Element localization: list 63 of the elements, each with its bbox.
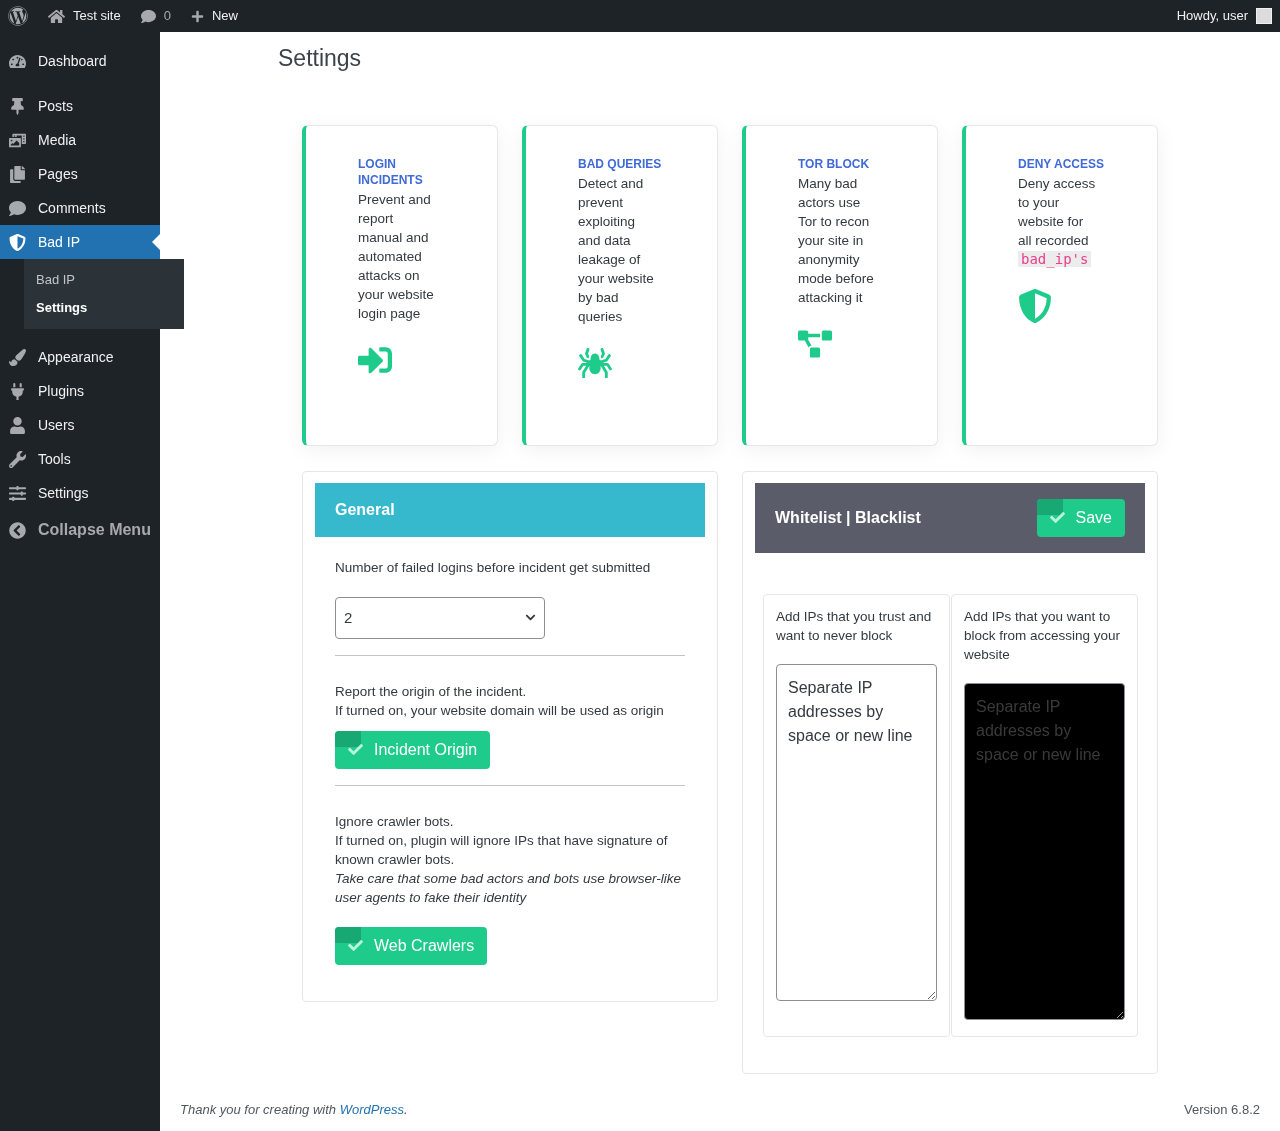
plug-icon [9,382,26,400]
avatar-icon [1256,8,1272,24]
list-label: Add IPs that you want to block from accessing your website [964,607,1122,664]
logins-select[interactable]: 2 [335,596,545,639]
sidebar-item[interactable]: Appearance [0,340,160,374]
wordpress-link[interactable]: WordPress [339,1101,404,1117]
sidebar-item[interactable]: Dashboard [0,44,160,78]
list-label: Add IPs that you trust and want to never block [776,607,933,645]
feature-description: Many bad actors use Tor to recon your site in anonymity mode before attacking it [798,174,875,307]
panel-title: General [335,499,395,520]
pin-icon [9,97,26,115]
version-text: Version 6.8.2 [1184,1100,1260,1119]
sidebar-item[interactable]: Settings [0,476,160,510]
feature-description: Detect and prevent exploiting and data leakage of your website by bad queries [578,174,655,326]
new-link[interactable]: New [190,6,238,26]
setting-text: Ignore crawler bots. [335,812,455,831]
panel-title: Whitelist | Blacklist [775,507,921,528]
collapse-menu-button[interactable]: Collapse Menu [0,513,160,547]
dashboard-icon [9,52,26,70]
account-link[interactable]: Howdy, user [1176,6,1248,26]
wordpress-logo-icon[interactable] [8,6,28,26]
sidebar-item[interactable]: Plugins [0,374,160,408]
ip-textarea[interactable]: Separate IP addresses by space or new line [776,663,937,1001]
feature-description: Deny access to your website for all recorded bad_ip's [1018,174,1097,269]
submenu-item[interactable]: Bad IP [24,266,184,294]
sidebar-item[interactable]: Pages [0,157,160,191]
sliders-icon [9,484,26,502]
brush-icon [9,348,26,366]
feature-title: DENY ACCESS [1018,155,1106,172]
comment-icon [140,8,156,24]
setting-text: Report the origin of the incident. [335,682,528,701]
wrench-icon [9,450,26,468]
home-icon [48,7,65,25]
footer-text: Thank you for creating with WordPress. [180,1100,408,1119]
collapse-icon [9,521,26,539]
user-icon [9,416,26,434]
ip-textarea[interactable]: Separate IP addresses by space or new line [964,682,1125,1020]
site-link[interactable]: Test site [48,6,121,26]
sidebar-item[interactable]: Posts [0,89,160,123]
comment-icon [9,199,26,217]
sidebar-item[interactable]: Comments [0,191,160,225]
media-icon [9,131,26,149]
sidebar-item[interactable]: Media [0,123,160,157]
comments-link[interactable]: 0 [140,6,171,26]
feature-description: Prevent and report manual and automated attacks on your website login page [358,190,435,323]
feature-title: LOGIN INCIDENTS [358,155,424,188]
submenu-item[interactable]: Settings [24,294,184,322]
spider-icon [578,345,612,380]
setting-note: Take care that some bad actors and bots use browser-like user agents to fake their identity [335,869,682,907]
sidebar-item[interactable]: Tools [0,442,160,476]
feature-title: BAD QUERIES [578,155,663,172]
field-label: Number of failed logins before incident get submitted [335,558,652,577]
sidebar-item[interactable]: Bad IP [0,225,160,259]
page-title: Settings [278,44,363,73]
current-pointer-icon [152,234,160,250]
feature-title: TOR BLOCK [798,155,871,172]
sidebar-item[interactable]: Users [0,408,160,442]
shield-icon [1018,288,1052,323]
plus-icon [190,9,204,23]
setting-text: If turned on, plugin will ignore IPs that have signature of known crawler bots. [335,831,669,869]
pages-icon [9,165,26,183]
setting-text: If turned on, your website domain will be used as origin [335,701,665,720]
shield-icon [9,233,26,251]
